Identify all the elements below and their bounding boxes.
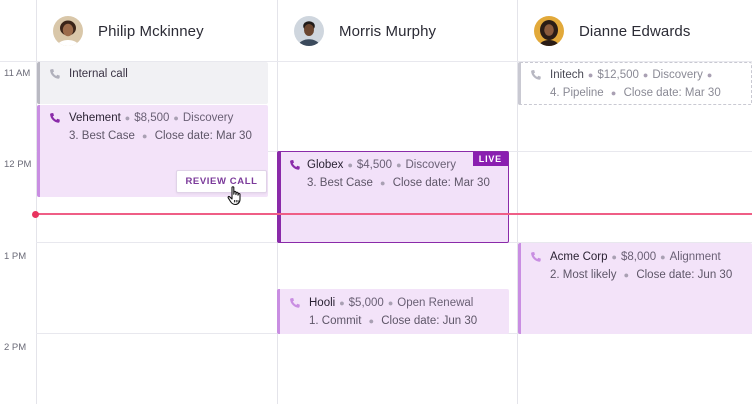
event-hooli[interactable]: Hooli ● $5,000 ● Open Renewal 1. Commit … bbox=[277, 289, 509, 334]
cursor-hand-icon bbox=[227, 186, 241, 206]
event-close-date: Close date: Jun 30 bbox=[636, 269, 733, 281]
separator-dot: ● bbox=[587, 70, 594, 80]
separator-dot: ● bbox=[611, 252, 617, 262]
event-close-date: Close date: Jun 30 bbox=[381, 315, 478, 327]
event-forecast: 4. Pipeline bbox=[550, 87, 604, 99]
event-globex[interactable]: Globex ● $4,500 ● Discovery 3. Best Case… bbox=[277, 151, 509, 243]
current-time-line bbox=[36, 213, 752, 215]
phone-icon bbox=[531, 70, 541, 80]
event-company: Hooli bbox=[309, 297, 336, 309]
separator-dot: ● bbox=[339, 298, 345, 308]
phone-icon bbox=[50, 69, 60, 79]
avatar bbox=[294, 16, 324, 46]
event-forecast: 3. Best Case bbox=[69, 130, 135, 142]
separator-dot: ● bbox=[642, 70, 649, 80]
phone-icon bbox=[531, 252, 541, 262]
separator-dot: ● bbox=[706, 70, 713, 80]
column-header-philip[interactable]: Philip Mckinney bbox=[37, 0, 277, 62]
separator-dot: ● bbox=[660, 252, 666, 262]
separator-dot: ● bbox=[380, 178, 386, 188]
phone-icon bbox=[290, 160, 300, 170]
event-forecast: 2. Most likely bbox=[550, 269, 617, 281]
person-name: Philip Mckinney bbox=[98, 22, 204, 40]
separator-dot: ● bbox=[623, 270, 630, 280]
time-label-11am: 11 AM bbox=[4, 68, 31, 79]
event-company: Vehement bbox=[69, 112, 121, 124]
event-amount: $8,000 bbox=[620, 251, 657, 263]
avatar bbox=[53, 16, 83, 46]
event-stage: Discovery bbox=[182, 112, 234, 124]
event-stage: Discovery bbox=[652, 69, 703, 81]
event-stage: Discovery bbox=[405, 159, 456, 171]
separator-dot: ● bbox=[610, 88, 617, 98]
separator-dot: ● bbox=[124, 113, 131, 123]
person-name: Morris Murphy bbox=[339, 22, 437, 40]
time-label-2pm: 2 PM bbox=[4, 342, 27, 353]
event-internal-call[interactable]: Internal call bbox=[37, 62, 268, 104]
event-company: Acme Corp bbox=[550, 251, 608, 263]
current-time-dot bbox=[32, 210, 39, 218]
column-header-morris[interactable]: Morris Murphy bbox=[278, 0, 517, 62]
time-label-1pm: 1 PM bbox=[4, 251, 27, 262]
review-call-button[interactable]: REVIEW CALL bbox=[176, 170, 267, 193]
phone-icon bbox=[290, 298, 300, 308]
event-initech[interactable]: Initech ● $12,500 ● Discovery ● 4. Pipel… bbox=[518, 62, 752, 105]
phone-icon bbox=[50, 113, 60, 123]
event-close-date: Close date: Mar 30 bbox=[392, 177, 490, 189]
event-company: Initech bbox=[550, 69, 584, 81]
event-stage: Open Renewal bbox=[397, 297, 474, 309]
event-forecast: 3. Best Case bbox=[307, 177, 373, 189]
time-label-12pm: 12 PM bbox=[4, 159, 32, 170]
separator-dot: ● bbox=[387, 298, 394, 308]
event-stage: Alignment bbox=[669, 251, 721, 263]
person-name: Dianne Edwards bbox=[579, 22, 691, 40]
separator-dot: ● bbox=[368, 316, 375, 326]
event-company: Globex bbox=[307, 159, 344, 171]
separator-dot: ● bbox=[347, 160, 353, 170]
avatar bbox=[534, 16, 564, 46]
event-amount: $12,500 bbox=[597, 69, 639, 81]
event-forecast: 1. Commit bbox=[309, 315, 362, 327]
event-close-date: Close date: Mar 30 bbox=[154, 130, 252, 142]
event-acme-corp[interactable]: Acme Corp ● $8,000 ● Alignment 2. Most l… bbox=[518, 243, 752, 334]
event-amount: $5,000 bbox=[348, 297, 384, 309]
column-header-dianne[interactable]: Dianne Edwards bbox=[518, 0, 752, 62]
event-vehement[interactable]: Vehement ● $8,500 ● Discovery 3. Best Ca… bbox=[37, 105, 268, 206]
separator-dot: ● bbox=[396, 160, 402, 170]
event-close-date: Close date: Mar 30 bbox=[623, 87, 721, 99]
separator-dot: ● bbox=[142, 131, 148, 141]
event-amount: $8,500 bbox=[134, 112, 170, 124]
live-badge: LIVE bbox=[472, 152, 508, 166]
event-amount: $4,500 bbox=[356, 159, 393, 171]
event-title: Internal call bbox=[69, 68, 128, 80]
separator-dot: ● bbox=[173, 113, 179, 123]
